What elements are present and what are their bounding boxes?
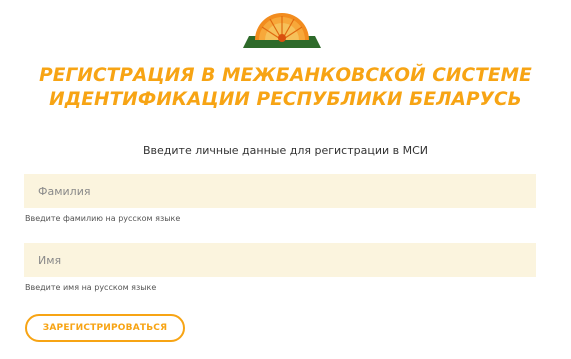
surname-hint: Введите фамилию на русском языке xyxy=(25,214,181,223)
register-button[interactable]: ЗАРЕГИСТРИРОВАТЬСЯ xyxy=(25,314,185,342)
logo xyxy=(243,0,321,48)
page-title-line-2: ИДЕНТИФИКАЦИИ РЕСПУБЛИКИ БЕЛАРУСЬ xyxy=(49,89,522,110)
name-input[interactable] xyxy=(24,243,536,277)
page-title-line-1: РЕГИСТРАЦИЯ В МЕЖБАНКОВСКОЙ СИСТЕМЕ xyxy=(39,65,532,86)
form-intro-text: Введите личные данные для регистрации в … xyxy=(143,144,428,157)
name-hint: Введите имя на русском языке xyxy=(25,283,157,292)
orange-sunburst-logo-icon xyxy=(243,13,321,48)
page-title: РЕГИСТРАЦИЯ В МЕЖБАНКОВСКОЙ СИСТЕМЕ ИДЕН… xyxy=(0,64,571,112)
surname-input[interactable] xyxy=(24,174,536,208)
